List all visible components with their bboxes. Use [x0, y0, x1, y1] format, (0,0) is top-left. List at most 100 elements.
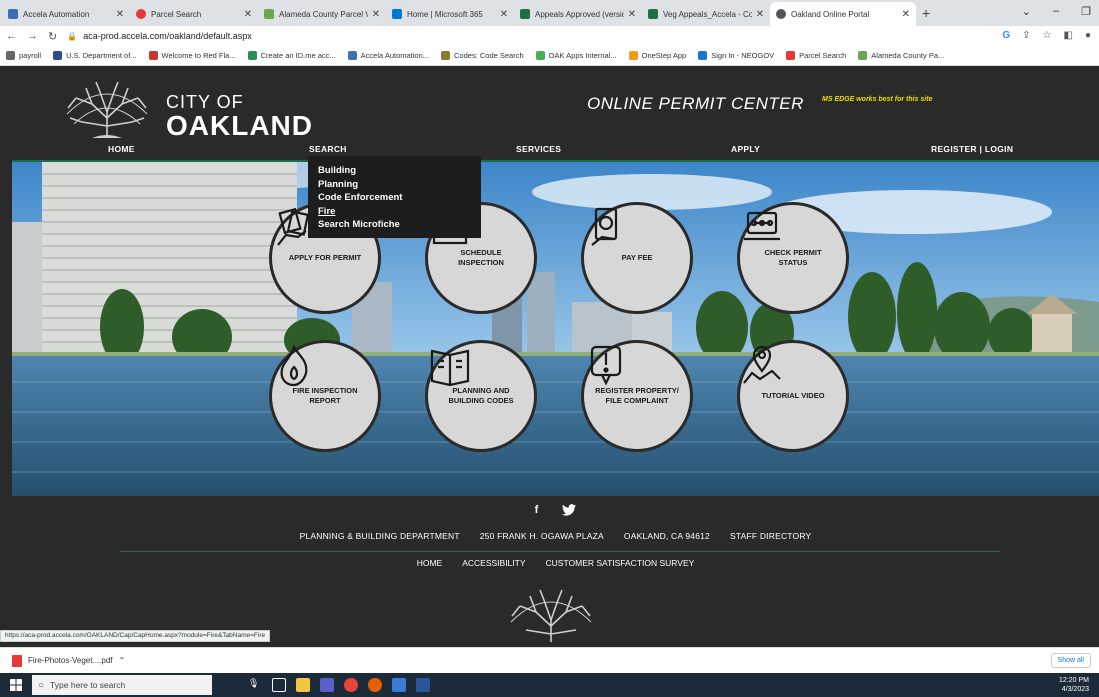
- bookmark-favicon-icon: [347, 51, 357, 60]
- restore-icon[interactable]: ❐: [1081, 5, 1091, 18]
- system-tray-clock[interactable]: 12:20 PM 4/3/2023: [1059, 676, 1089, 694]
- tab-favicon: [8, 9, 18, 19]
- close-tab-icon[interactable]: ✕: [902, 9, 910, 20]
- close-tab-icon[interactable]: ✕: [628, 9, 636, 20]
- dropdown-item-building[interactable]: Building: [318, 164, 471, 178]
- bookmark-favicon-icon: [247, 51, 257, 60]
- search-icon: ○: [38, 679, 45, 691]
- dropdown-item-fire[interactable]: Fire: [318, 205, 471, 219]
- bookmark-favicon-icon: [628, 51, 638, 60]
- browser-tab[interactable]: Veg Appeals_Accela - Copy.xlsx✕: [642, 2, 770, 26]
- task-view-icon[interactable]: [272, 678, 286, 692]
- bookmark-item[interactable]: OAK Apps Internal...: [535, 51, 617, 60]
- map-pin-icon: [743, 345, 781, 384]
- profile-icon[interactable]: ●: [1085, 30, 1091, 41]
- download-item[interactable]: Fire-Photos-Veget....pdf ⌃: [12, 654, 126, 667]
- tab-favicon: [648, 9, 658, 19]
- firefox-icon[interactable]: [368, 678, 382, 692]
- bookmark-favicon-icon: [53, 51, 63, 60]
- tile-label: SCHEDULE: [460, 248, 502, 257]
- window-controls: ⌄ – ❐: [1022, 5, 1091, 18]
- back-icon[interactable]: ←: [6, 30, 17, 42]
- taskbar-search-input[interactable]: ○ Type here to search: [32, 675, 212, 695]
- browser-tab[interactable]: Accela Automation ✕: [2, 2, 130, 26]
- tile-check-permit-status[interactable]: CHECK PERMIT STATUS: [737, 202, 849, 314]
- file-explorer-icon[interactable]: [296, 678, 310, 692]
- minimize-icon[interactable]: –: [1053, 5, 1059, 18]
- footer-survey-link[interactable]: CUSTOMER SATISFACTION SURVEY: [546, 558, 695, 568]
- footer-divider: [120, 551, 1000, 552]
- dropdown-item-search-microfiche[interactable]: Search Microfiche: [318, 218, 471, 232]
- tile-planning-building-codes[interactable]: PLANNING AND BUILDING CODES: [425, 340, 537, 452]
- nav-register-login[interactable]: REGISTER | LOGIN: [931, 144, 1013, 154]
- bookmark-item[interactable]: Accela Automation...: [347, 51, 429, 60]
- bookmark-item[interactable]: Create an ID.me acc...: [247, 51, 336, 60]
- status-bar-url: https://aca-prod.accela.com/OAKLAND/Cap/…: [0, 630, 271, 642]
- browser-tab-active[interactable]: Oakland Online Portal ✕: [770, 2, 916, 26]
- close-tab-icon[interactable]: ✕: [756, 9, 764, 20]
- bookmark-item[interactable]: U.S. Department of...: [53, 51, 137, 60]
- nav-search[interactable]: SEARCH: [309, 144, 347, 154]
- facebook-icon[interactable]: f: [535, 504, 539, 516]
- mail-icon[interactable]: [392, 678, 406, 692]
- microphone-icon[interactable]: 🎙: [248, 678, 262, 692]
- tile-label: FIRE INSPECTION: [292, 386, 358, 395]
- twitter-icon[interactable]: [562, 504, 577, 516]
- address-bar[interactable]: 🔒 aca-prod.accela.com/oakland/default.as…: [67, 31, 252, 41]
- dropdown-item-code-enforcement[interactable]: Code Enforcement: [318, 191, 471, 205]
- browser-tab[interactable]: Home | Microsoft 365 ✕: [386, 2, 514, 26]
- teams-icon[interactable]: [320, 678, 334, 692]
- new-tab-icon[interactable]: +: [922, 5, 930, 21]
- bookmark-item[interactable]: Parcel Search: [786, 51, 846, 60]
- lock-icon[interactable]: 🔒: [67, 32, 77, 41]
- tile-tutorial-video[interactable]: TUTORIAL VIDEO: [737, 340, 849, 452]
- close-tab-icon[interactable]: ✕: [116, 9, 124, 20]
- word-icon[interactable]: [416, 678, 430, 692]
- taskbar-apps: 🎙: [248, 678, 430, 692]
- bookmark-item[interactable]: OneStep App: [628, 51, 686, 60]
- browser-tab[interactable]: Parcel Search ✕: [130, 2, 258, 26]
- bookmark-item[interactable]: Welcome to Red Fla...: [148, 51, 236, 60]
- windows-start-icon[interactable]: [0, 673, 32, 697]
- footer-staff-directory-link[interactable]: STAFF DIRECTORY: [730, 531, 811, 541]
- forward-icon[interactable]: →: [27, 30, 38, 42]
- tile-fire-inspection-report[interactable]: FIRE INSPECTION REPORT: [269, 340, 381, 452]
- footer-home-link[interactable]: HOME: [417, 558, 443, 568]
- chevron-up-icon[interactable]: ⌃: [119, 656, 126, 665]
- fire-icon: [280, 344, 308, 387]
- tile-label: PLANNING AND: [452, 386, 510, 395]
- bookmark-favicon-icon: [148, 51, 158, 60]
- nav-apply[interactable]: APPLY: [731, 144, 760, 154]
- show-all-button[interactable]: Show all: [1050, 653, 1091, 668]
- share-icon[interactable]: ⇪: [1022, 30, 1030, 41]
- tab-search-icon[interactable]: ⌄: [1022, 5, 1031, 18]
- reload-icon[interactable]: ↻: [48, 30, 57, 43]
- bookmark-item[interactable]: Codes: Code Search: [441, 51, 524, 60]
- bookmark-favicon-icon: [858, 51, 868, 60]
- bookmark-favicon-icon: [535, 51, 545, 60]
- browser-tab[interactable]: Appeals Approved (version 2) (✕: [514, 2, 642, 26]
- nav-home[interactable]: HOME: [108, 144, 135, 154]
- nav-services[interactable]: SERVICES: [516, 144, 561, 154]
- bookmark-star-icon[interactable]: ☆: [1043, 30, 1052, 41]
- close-tab-icon[interactable]: ✕: [244, 9, 252, 20]
- sidepanel-icon[interactable]: ◧: [1064, 30, 1073, 41]
- bookmark-item[interactable]: Sign In - NEOGOV: [698, 51, 774, 60]
- search-dropdown-menu: Building Planning Code Enforcement Fire …: [308, 156, 481, 238]
- browser-tab[interactable]: Alameda County Parcel Viewer✕: [258, 2, 386, 26]
- dropdown-item-planning[interactable]: Planning: [318, 178, 471, 192]
- google-icon[interactable]: G: [1002, 30, 1010, 41]
- close-tab-icon[interactable]: ✕: [500, 9, 508, 20]
- main-nav: HOME SEARCH SERVICES APPLY REGISTER | LO…: [12, 140, 1099, 160]
- tile-register-property-complaint[interactable]: REGISTER PROPERTY/ FILE COMPLAINT: [581, 340, 693, 452]
- close-tab-icon[interactable]: ✕: [372, 9, 380, 20]
- tile-label: REPORT: [309, 396, 341, 405]
- chrome-icon[interactable]: [344, 678, 358, 692]
- footer-links-row: HOME ACCESSIBILITY CUSTOMER SATISFACTION…: [12, 558, 1099, 568]
- tab-favicon: [264, 9, 274, 19]
- tile-label: STATUS: [778, 258, 808, 267]
- bookmark-item[interactable]: Alameda County Pa...: [858, 51, 944, 60]
- footer-accessibility-link[interactable]: ACCESSIBILITY: [462, 558, 525, 568]
- tile-pay-fee[interactable]: PAY FEE: [581, 202, 693, 314]
- bookmark-item[interactable]: payroll: [6, 51, 41, 60]
